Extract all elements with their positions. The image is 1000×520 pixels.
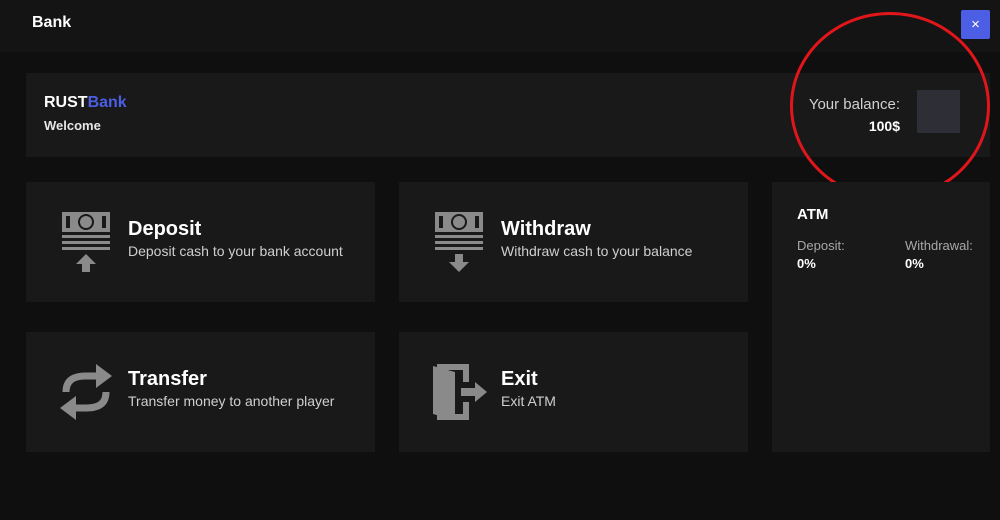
avatar: [917, 90, 960, 133]
exit-button[interactable]: Exit Exit ATM: [399, 332, 748, 452]
close-icon: ×: [971, 16, 980, 33]
title-bar: Bank ×: [0, 0, 1000, 52]
exit-desc: Exit ATM: [501, 393, 556, 409]
withdraw-icon: [435, 212, 483, 272]
atm-withdrawal-value: 0%: [905, 256, 924, 271]
atm-deposit-label: Deposit:: [797, 238, 845, 253]
welcome-text: Welcome: [44, 118, 101, 133]
brand-logo: RUSTBank: [44, 94, 127, 112]
atm-withdrawal-label: Withdrawal:: [905, 238, 973, 253]
balance-value: 100$: [868, 118, 900, 134]
deposit-desc: Deposit cash to your bank account: [128, 243, 343, 259]
atm-title: ATM: [797, 206, 829, 223]
exit-title: Exit: [501, 368, 538, 390]
transfer-icon: [60, 364, 112, 420]
transfer-button[interactable]: Transfer Transfer money to another playe…: [26, 332, 375, 452]
transfer-desc: Transfer money to another player: [128, 393, 335, 409]
withdraw-desc: Withdraw cash to your balance: [501, 243, 693, 259]
atm-deposit-value: 0%: [797, 256, 816, 271]
deposit-icon: [62, 212, 110, 272]
brand-rust: RUST: [44, 94, 88, 111]
brand-bank: Bank: [87, 94, 127, 111]
balance-label: Your balance:: [808, 96, 900, 113]
withdraw-title: Withdraw: [501, 218, 591, 240]
withdraw-button[interactable]: Withdraw Withdraw cash to your balance: [399, 182, 748, 302]
atm-panel: ATM Deposit: 0% Withdrawal: 0%: [772, 182, 990, 452]
transfer-title: Transfer: [128, 368, 207, 390]
deposit-title: Deposit: [128, 218, 202, 240]
close-button[interactable]: ×: [961, 10, 990, 39]
window-title: Bank: [32, 14, 72, 31]
header-banner: RUSTBank Welcome Your balance: 100$: [26, 73, 990, 157]
exit-icon: [433, 364, 487, 420]
deposit-button[interactable]: Deposit Deposit cash to your bank accoun…: [26, 182, 375, 302]
